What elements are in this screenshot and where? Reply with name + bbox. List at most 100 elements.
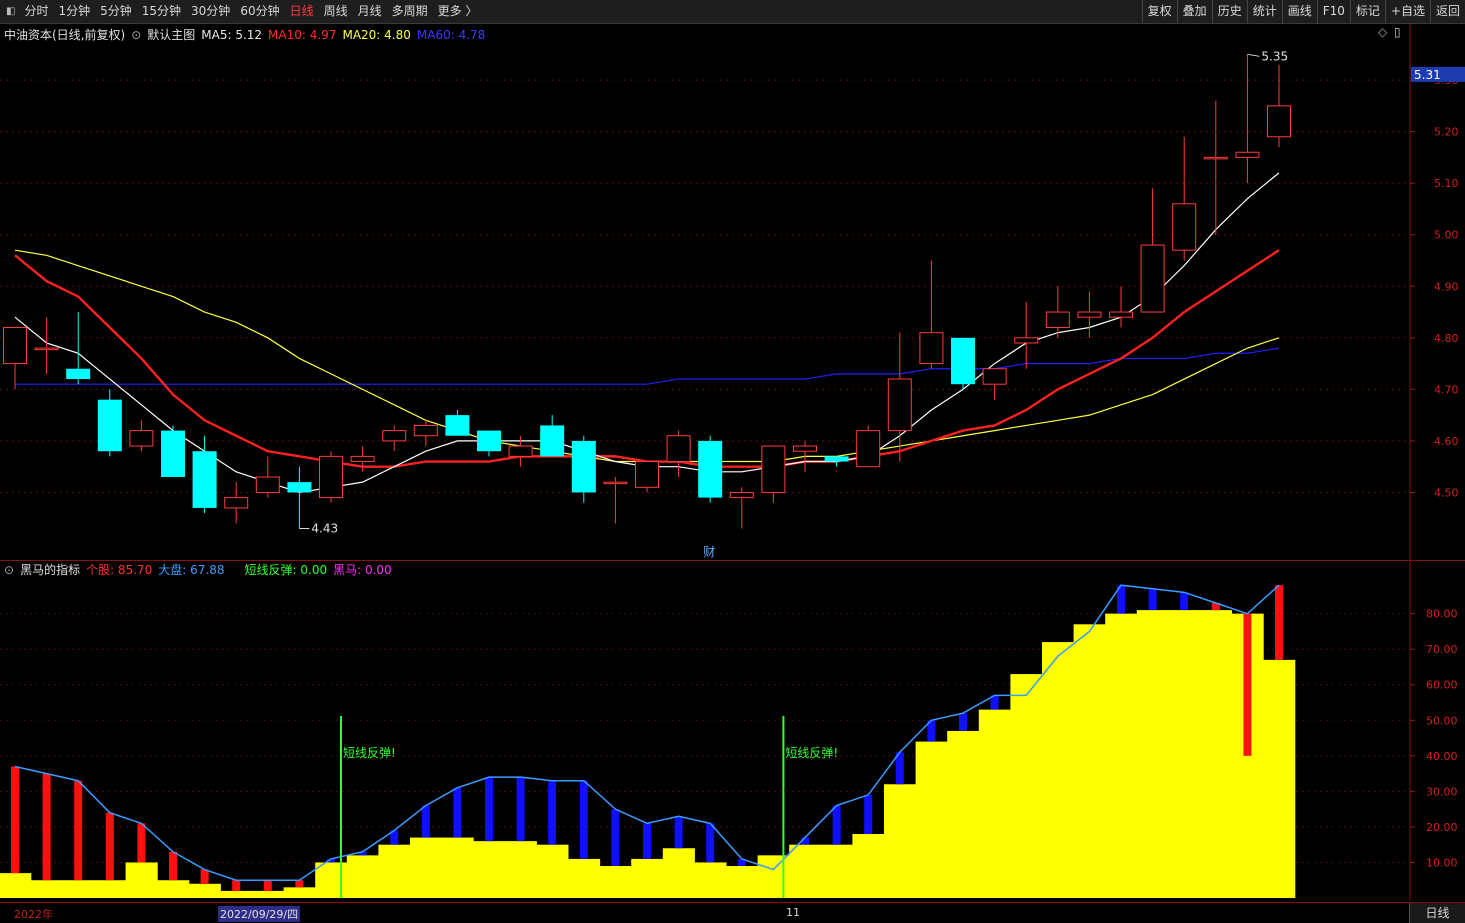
y-tick-label: 80.00 xyxy=(1426,608,1458,621)
back-marker-icon[interactable]: ◧ xyxy=(0,6,19,17)
toolbar-button-2[interactable]: 历史 xyxy=(1211,0,1247,23)
indicator-bar xyxy=(706,823,715,863)
yellow-step xyxy=(694,862,727,898)
yellow-step xyxy=(1263,659,1296,898)
indicator-bar xyxy=(263,880,272,891)
ma60-line xyxy=(15,347,1280,385)
yellow-step xyxy=(1073,624,1106,898)
period-tab-10[interactable]: 更多 〉 xyxy=(433,0,483,23)
period-tab-6[interactable]: 日线 xyxy=(285,0,319,23)
indicator-bar xyxy=(11,766,19,874)
indicator-bar xyxy=(105,812,114,881)
indicator-bar xyxy=(548,780,557,845)
indicator-bar xyxy=(611,809,620,867)
y-tick-label: 4.80 xyxy=(1434,332,1459,345)
toolbar-button-1[interactable]: 叠加 xyxy=(1176,0,1212,23)
ma20-line xyxy=(14,249,1280,463)
yellow-step xyxy=(220,890,253,898)
yellow-step xyxy=(188,883,221,898)
y-tick-label: 5.00 xyxy=(1434,229,1459,242)
candle-body-up xyxy=(887,378,912,432)
candle-body-up xyxy=(1077,311,1102,318)
yellow-step xyxy=(1105,613,1138,898)
toolbar-button-6[interactable]: 标记 xyxy=(1349,0,1385,23)
indicator-bar xyxy=(453,787,462,838)
candle-body-up xyxy=(982,368,1007,385)
y-tick-label: 10.00 xyxy=(1426,856,1458,869)
candle-body-up xyxy=(1014,337,1039,344)
kline-chart[interactable]: 4.504.604.704.804.905.005.105.205.305.35… xyxy=(0,24,1465,560)
candle-body-down xyxy=(571,440,596,493)
event-marker: 财 xyxy=(703,545,715,559)
candle-body-up xyxy=(1235,151,1260,158)
period-tab-3[interactable]: 15分钟 xyxy=(137,0,186,23)
toolbar-button-4[interactable]: 画线 xyxy=(1281,0,1317,23)
toolbar-button-5[interactable]: F10 xyxy=(1316,0,1350,23)
indicator-bar xyxy=(674,816,683,849)
candle-body-up xyxy=(761,445,786,493)
high-price-label: 5.35 xyxy=(1261,49,1288,63)
period-tab-0[interactable]: 分时 xyxy=(19,0,53,23)
yellow-step xyxy=(94,880,127,898)
y-tick-label: 4.60 xyxy=(1434,435,1459,448)
indicator-bar xyxy=(1180,592,1189,611)
indicator-bar xyxy=(643,823,651,859)
indicator-bar xyxy=(864,794,873,835)
candle-body-up xyxy=(1267,105,1291,138)
yellow-step xyxy=(852,834,885,898)
y-tick-label: 70.00 xyxy=(1426,643,1458,656)
yellow-step xyxy=(125,862,158,898)
yellow-step xyxy=(631,858,664,898)
candle-body-up xyxy=(1109,311,1133,318)
yellow-step xyxy=(1042,642,1075,898)
period-tab-9[interactable]: 多周期 xyxy=(387,0,433,23)
function-buttons: 复权 叠加 历史 统计 画线 F10 标记 +自选 返回 xyxy=(1141,0,1465,23)
yellow-step xyxy=(978,709,1011,898)
toolbar-button-0[interactable]: 复权 xyxy=(1141,0,1177,23)
candle-body-down xyxy=(445,415,470,436)
y-tick-label: 30.00 xyxy=(1426,785,1458,798)
yellow-step xyxy=(536,844,569,898)
rebound-signal-label: 短线反弹! xyxy=(343,746,396,760)
period-tab-2[interactable]: 5分钟 xyxy=(95,0,137,23)
indicator-bar xyxy=(232,880,241,891)
candle-body-up xyxy=(666,435,691,463)
period-tabs: ◧ 分时 1分钟 5分钟 15分钟 30分钟 60分钟 日线 周线 月线 多周期 更多 〉 xyxy=(0,0,482,23)
yellow-step xyxy=(1200,610,1233,898)
indicator-bar xyxy=(42,773,51,881)
yellow-step xyxy=(473,841,506,898)
candle-body-up xyxy=(350,455,375,463)
axis-month: 11 xyxy=(786,906,800,919)
candle-body-down xyxy=(477,430,501,452)
rebound-signal-label: 短线反弹! xyxy=(785,746,838,760)
indicator-bar xyxy=(295,880,304,888)
toolbar-button-3[interactable]: 统计 xyxy=(1246,0,1282,23)
period-tab-4[interactable]: 30分钟 xyxy=(186,0,235,23)
period-tab-7[interactable]: 周线 xyxy=(319,0,353,23)
indicator-bar xyxy=(200,869,209,884)
candle-body-up xyxy=(413,424,438,437)
period-tab-5[interactable]: 60分钟 xyxy=(235,0,284,23)
yellow-step xyxy=(599,866,632,898)
indicator-bar xyxy=(1148,588,1157,611)
candle-body-up xyxy=(603,481,628,485)
candle-body-up xyxy=(1045,311,1070,329)
y-tick-label: 5.20 xyxy=(1434,126,1459,139)
candle-body-up xyxy=(793,445,817,452)
high-pointer xyxy=(1247,53,1260,57)
candle-body-up xyxy=(319,455,343,499)
toolbar-button-7[interactable]: +自选 xyxy=(1384,0,1430,23)
y-tick-label: 40.00 xyxy=(1426,750,1458,763)
period-tab-1[interactable]: 1分钟 xyxy=(53,0,95,23)
period-label[interactable]: 日线 xyxy=(1409,903,1465,923)
yellow-step xyxy=(884,784,917,898)
indicator-bar xyxy=(137,823,146,863)
candle-body-up xyxy=(3,327,27,365)
period-tab-8[interactable]: 月线 xyxy=(353,0,387,23)
candle-body-down xyxy=(161,430,185,477)
candle-body-down xyxy=(287,482,312,493)
candle-body-down xyxy=(951,337,975,385)
indicator-chart[interactable]: 10.00 20.00 30.00 40.00 50.00 60.00 70.00 80.00… xyxy=(0,561,1465,900)
yellow-step xyxy=(157,880,190,898)
toolbar-button-8[interactable]: 返回 xyxy=(1429,0,1465,23)
